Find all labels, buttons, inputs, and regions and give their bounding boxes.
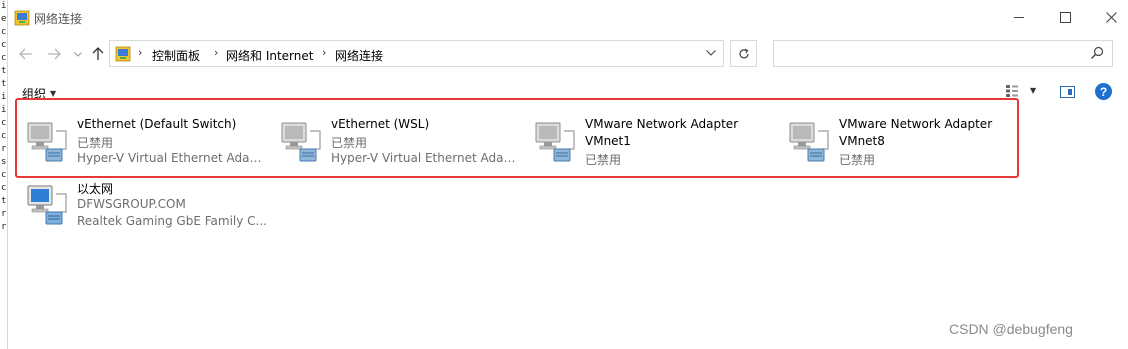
forward-button[interactable] <box>44 44 64 64</box>
refresh-button[interactable] <box>730 40 757 67</box>
highlight-box <box>15 98 1019 178</box>
arrow-up-icon <box>92 47 104 60</box>
recent-locations-button[interactable] <box>68 44 88 64</box>
maximize-icon <box>1059 12 1071 23</box>
arrow-left-icon <box>19 48 32 60</box>
close-button[interactable] <box>1088 0 1128 35</box>
left-edge-strip: ieccctt iiccrscct rr <box>0 0 8 349</box>
breadcrumb-network-connections[interactable]: 网络连接 <box>335 47 383 64</box>
window-title: 网络连接 <box>34 12 83 26</box>
arrow-right-icon <box>48 48 61 60</box>
preview-pane-icon[interactable] <box>1060 86 1075 98</box>
chevron-down-icon: ▼ <box>50 89 57 98</box>
minimize-button[interactable] <box>996 0 1042 35</box>
minimize-icon <box>1014 17 1024 18</box>
connection-name: 以太网 <box>77 182 114 196</box>
help-button[interactable]: ? <box>1095 83 1112 100</box>
watermark: CSDN @debugfeng <box>949 321 1073 337</box>
up-button[interactable] <box>88 44 108 64</box>
close-icon <box>1105 12 1117 23</box>
view-options-chevron-icon[interactable]: ▼ <box>1030 86 1036 95</box>
connection-network: DFWSGROUP.COM <box>77 197 186 211</box>
title-bar: 网络连接 <box>8 0 1128 35</box>
search-input[interactable] <box>773 40 1113 67</box>
maximize-button[interactable] <box>1042 0 1088 35</box>
breadcrumb-separator[interactable]: › <box>138 46 142 59</box>
network-connections-app-icon <box>14 10 30 26</box>
address-dropdown-button[interactable] <box>706 46 716 59</box>
control-panel-icon <box>115 46 131 62</box>
connection-device: Realtek Gaming GbE Family C... <box>77 214 267 228</box>
chevron-down-icon <box>74 51 82 57</box>
change-view-icon[interactable] <box>1005 84 1019 98</box>
chevron-down-icon <box>706 50 716 56</box>
address-bar[interactable]: › 控制面板 › 网络和 Internet › 网络连接 <box>109 40 724 67</box>
back-button[interactable] <box>16 44 36 64</box>
refresh-icon <box>738 48 749 58</box>
network-connections-window: 网络连接 › 控制面板 › 网络和 Internet › 网络连接 组织 ▼ ▼… <box>8 0 1128 349</box>
connection-item[interactable]: 以太网 DFWSGROUP.COM Realtek Gaming GbE Fam… <box>18 172 268 232</box>
search-icon <box>1091 46 1104 59</box>
breadcrumb-control-panel[interactable]: 控制面板 <box>152 47 200 64</box>
breadcrumb-separator[interactable]: › <box>214 46 218 59</box>
breadcrumb-network-internet[interactable]: 网络和 Internet <box>226 47 313 64</box>
ethernet-adapter-icon <box>27 185 67 225</box>
breadcrumb-separator[interactable]: › <box>322 46 326 59</box>
